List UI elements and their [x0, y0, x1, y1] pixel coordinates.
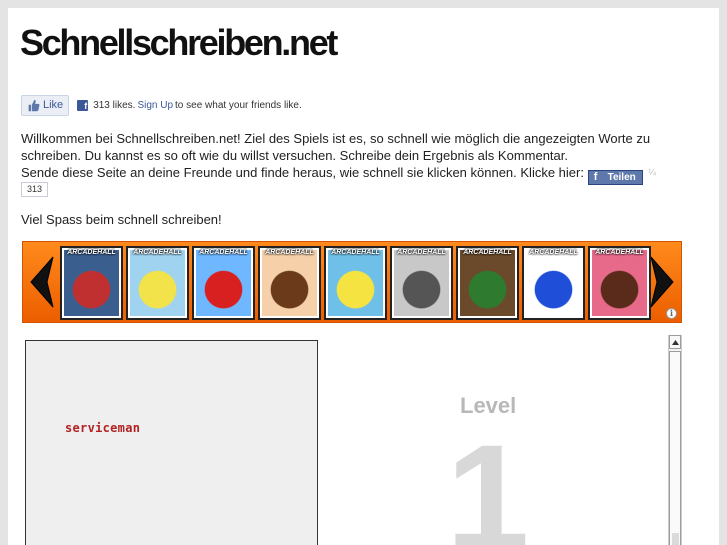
- level-display: Level 1: [328, 340, 668, 545]
- like-label: Like: [43, 99, 64, 111]
- closing-text: Viel Spass beim schnell schreiben!: [21, 212, 222, 227]
- facebook-like-button[interactable]: Like: [21, 94, 70, 116]
- info-icon[interactable]: i: [666, 308, 677, 319]
- arcadehall-logo: ARCADEHALL: [331, 249, 380, 256]
- facebook-icon: f: [593, 171, 598, 183]
- scroll-thumb[interactable]: [669, 351, 681, 545]
- dora-image: [262, 250, 317, 316]
- game-thumbnail-dora[interactable]: ARCADEHALL: [258, 246, 321, 320]
- arcadehall-logo: ARCADEHALL: [133, 249, 182, 256]
- share-tail-glyph: ¼: [648, 167, 656, 177]
- girl-avatar-image: [592, 250, 647, 316]
- facebook-share-button[interactable]: f Teilen: [587, 170, 643, 185]
- arcadehall-logo: ARCADEHALL: [595, 249, 644, 256]
- signup-suffix: to see what your friends like.: [175, 99, 302, 111]
- arcadehall-logo: ARCADEHALL: [199, 249, 248, 256]
- game-thumbnail-racing-car[interactable]: ARCADEHALL: [60, 246, 123, 320]
- game-thumbnail-spongebob[interactable]: ARCADEHALL: [324, 246, 387, 320]
- scroll-up-button[interactable]: [669, 335, 681, 349]
- skater-image: [394, 250, 449, 316]
- share-count-badge: 313: [21, 182, 48, 197]
- current-word: serviceman: [65, 421, 141, 435]
- facebook-icon: f: [77, 99, 89, 111]
- racing-car-image: [64, 250, 119, 316]
- carousel-next-arrow-icon[interactable]: [648, 254, 678, 310]
- spongebob-image: [328, 250, 383, 316]
- game-carousel: ARCADEHALL ARCADEHALL ARCADEHALL ARCADEHALL…: [22, 241, 682, 323]
- typing-game-box[interactable]: serviceman: [25, 340, 318, 545]
- arcadehall-logo: ARCADEHALL: [397, 249, 446, 256]
- intro-text: Willkommen bei Schnellschreiben.net! Zie…: [21, 130, 671, 185]
- vertical-scrollbar[interactable]: [668, 335, 682, 545]
- intro-line-2: Sende diese Seite an deine Freunde und f…: [21, 165, 584, 180]
- intro-line-1: Willkommen bei Schnellschreiben.net! Zie…: [21, 131, 651, 163]
- site-title[interactable]: Schnellschreiben.net: [20, 22, 338, 64]
- arcadehall-logo: ARCADEHALL: [67, 249, 116, 256]
- scroll-grip-icon: [672, 533, 679, 545]
- arrow-up-icon: [671, 339, 679, 345]
- game-thumbnail-sonic[interactable]: ARCADEHALL: [522, 246, 585, 320]
- ben10-image: [460, 250, 515, 316]
- arcadehall-logo: ARCADEHALL: [463, 249, 512, 256]
- spongebob-surf-image: [130, 250, 185, 316]
- sonic-image: [526, 250, 581, 316]
- arcadehall-logo: ARCADEHALL: [265, 249, 314, 256]
- game-thumbnail-girl-avatar[interactable]: ARCADEHALL: [588, 246, 651, 320]
- like-count-text: 313 likes.: [93, 99, 136, 111]
- game-thumbnail-mario[interactable]: ARCADEHALL: [192, 246, 255, 320]
- thumbs-up-icon: [28, 99, 40, 111]
- level-number: 1: [446, 413, 530, 545]
- game-thumbnail-skater[interactable]: ARCADEHALL: [390, 246, 453, 320]
- page-container: Schnellschreiben.net Like f 313 likes. S…: [8, 8, 719, 545]
- share-label: Teilen: [607, 172, 636, 183]
- arcadehall-logo: ARCADEHALL: [529, 249, 578, 256]
- carousel-prev-arrow-icon[interactable]: [26, 254, 56, 310]
- mario-image: [196, 250, 251, 316]
- game-thumbnail-spongebob-surf[interactable]: ARCADEHALL: [126, 246, 189, 320]
- signup-link[interactable]: Sign Up: [137, 100, 173, 111]
- facebook-like-bar: Like f 313 likes. Sign Up to see what yo…: [21, 94, 302, 116]
- carousel-thumbnails: ARCADEHALL ARCADEHALL ARCADEHALL ARCADEHALL…: [60, 246, 654, 320]
- game-thumbnail-ben10[interactable]: ARCADEHALL: [456, 246, 519, 320]
